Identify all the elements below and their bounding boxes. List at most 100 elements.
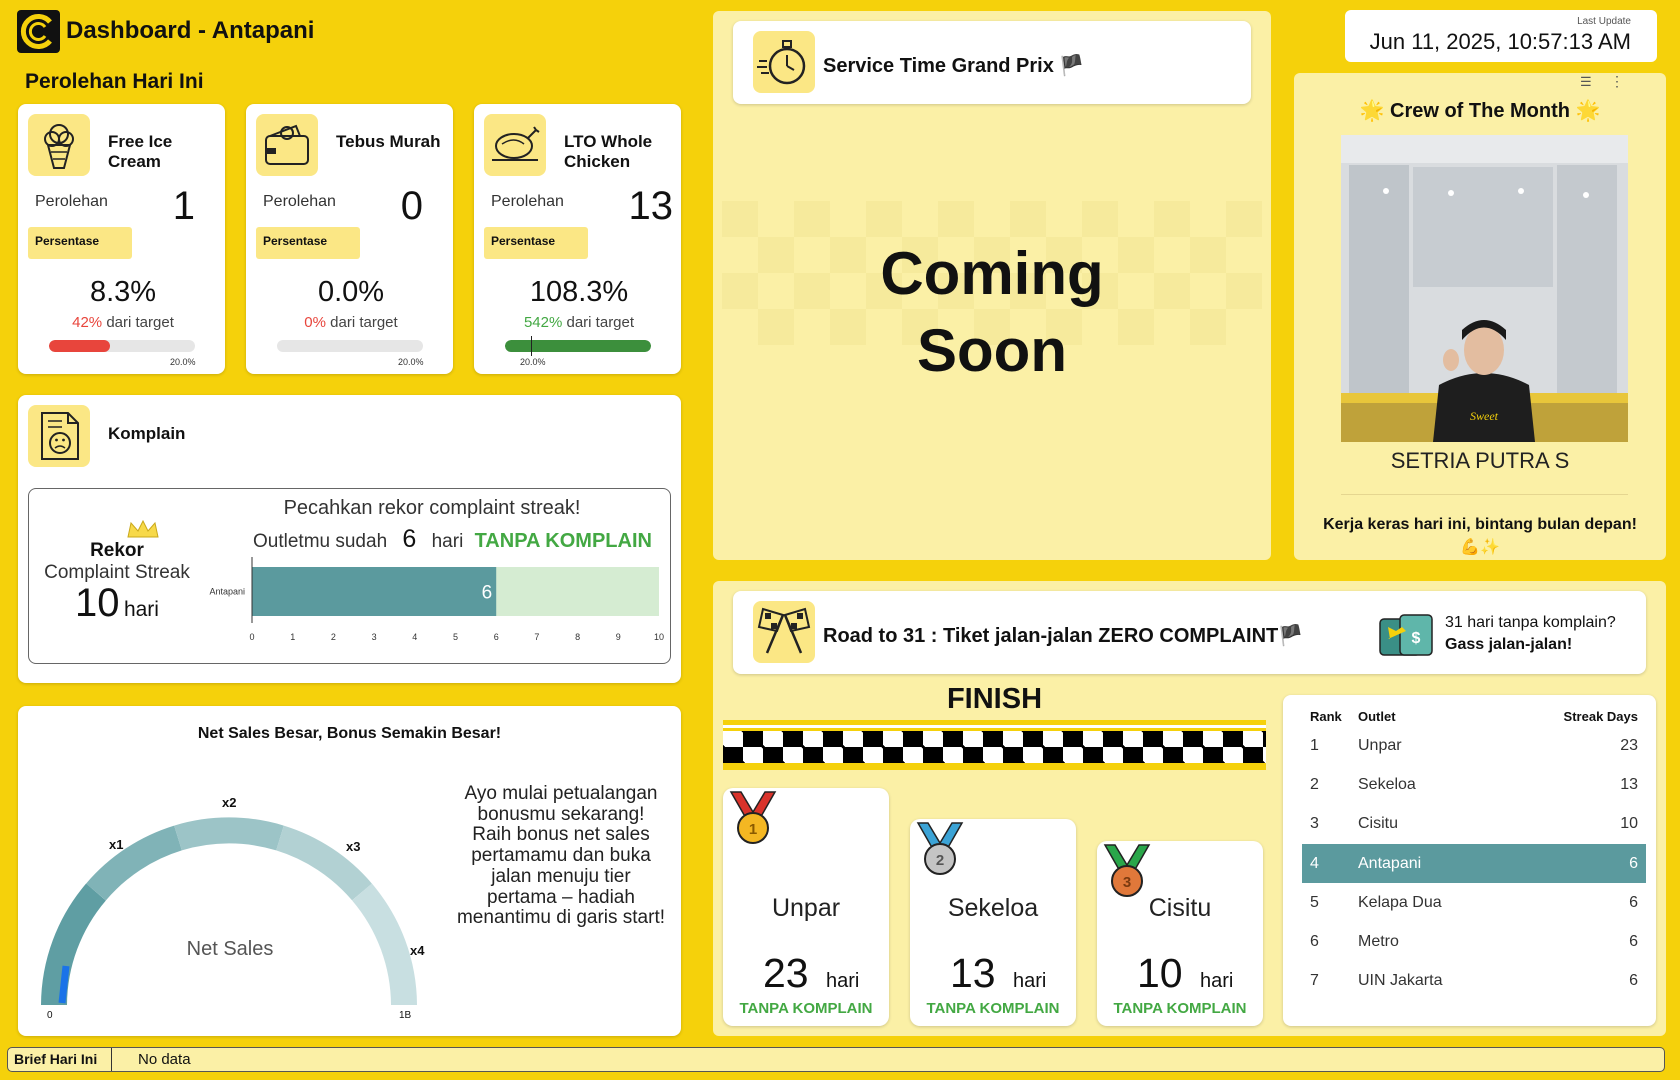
wallet-icon [256, 114, 318, 176]
chart-tick-label: 10 [654, 632, 664, 642]
chart-tick-label: 1 [290, 632, 295, 642]
crown-icon [126, 519, 160, 539]
kpi-target-pct: 42% [72, 314, 103, 331]
last-update-box: Last Update Jun 11, 2025, 10:57:13 AM [1345, 10, 1657, 62]
table-row-highlighted[interactable]: 4 Antapani 6 [1302, 843, 1646, 884]
promo-line1: 31 hari tanpa komplain? [1445, 614, 1616, 631]
table-row[interactable]: 3 Cisitu 10 [1302, 805, 1646, 844]
streak-box: Rekor Complaint Streak 10 hari Pecahkan … [28, 488, 671, 664]
komplain-card: Komplain Rekor Complaint Streak 10 hari … [18, 395, 681, 683]
podium-days: 13 [950, 950, 996, 996]
rekor-unit: hari [123, 598, 159, 621]
gold-medal-icon: 1 [725, 790, 781, 851]
road-title: Road to 31 : Tiket jalan-jalan ZERO COMP… [823, 623, 1303, 648]
more-options-icon[interactable]: ⋮ [1610, 73, 1624, 90]
crew-emoji: 💪✨ [1460, 539, 1500, 556]
last-update-value: Jun 11, 2025, 10:57:13 AM [1369, 29, 1631, 54]
kpi-marker-line [531, 336, 532, 356]
checkered-flags-icon [753, 601, 815, 663]
outlet-cell: Unpar [1358, 736, 1402, 754]
gauge-max: 1B [399, 1010, 412, 1021]
medal-number: 2 [936, 852, 944, 869]
rank-cell: 7 [1310, 972, 1319, 990]
kpi-percent: 0.0% [317, 276, 385, 308]
crew-divider [1341, 494, 1628, 495]
outlet-cell: Metro [1358, 933, 1399, 951]
ranking-header-row: Rank Outlet Streak Days [1302, 706, 1646, 726]
table-row[interactable]: 6 Metro 6 [1302, 922, 1646, 961]
kpi-target-suffix: dari target [330, 314, 398, 331]
streak-cell: 6 [1503, 843, 1646, 884]
kpi-percent: 8.3% [89, 276, 157, 308]
filter-icon[interactable]: ☰ [1580, 74, 1592, 90]
kpi-persentase-label: Persentase [28, 227, 132, 259]
kpi-progress-bar [505, 340, 651, 352]
ranking-header-streak[interactable]: Streak Days [1504, 706, 1646, 726]
gauge-tier-label: x3 [346, 839, 361, 854]
coming-soon-line1: Coming [880, 240, 1104, 307]
kpi-progress-fill [505, 340, 651, 352]
chart-tick-label: 3 [372, 632, 377, 642]
service-time-panel: Service Time Grand Prix 🏴 Coming Soon [713, 11, 1271, 560]
kpi-persentase-label: Persentase [256, 227, 360, 259]
outlet-cell: Antapani [1358, 843, 1504, 884]
podium-name: Cisitu [1148, 894, 1212, 922]
kpi-marker-label: 20.0% [520, 357, 546, 367]
rank-cell: 3 [1310, 815, 1319, 833]
outlet-cell: Kelapa Dua [1358, 893, 1442, 911]
podium-days: 23 [763, 950, 809, 996]
streak-headline: Pecahkan rekor complaint streak! [283, 497, 581, 519]
podium-unit: hari [1200, 970, 1234, 992]
streak-bar-chart: 6 Antapani 0 1 2 3 4 5 6 7 8 9 10 [209, 557, 664, 642]
podium-days: 10 [1137, 950, 1183, 996]
streak-cell: 23 [1620, 736, 1638, 754]
brief-value: No data [138, 1051, 191, 1068]
streak-sub-highlight: TANPA KOMPLAIN [474, 530, 652, 552]
crew-name: SETRIA PUTRA S [1390, 448, 1570, 473]
stopwatch-icon [753, 31, 815, 93]
silver-medal-icon: 2 [912, 821, 968, 882]
kpi-perolehan-label: Perolehan [35, 193, 108, 210]
streak-sub-hari: hari [431, 531, 464, 552]
podium-label: TANPA KOMPLAIN [1113, 1000, 1247, 1017]
road-title-bold: Road to 31 [823, 625, 926, 647]
kpi-target-suffix: dari target [106, 314, 174, 331]
podium-card-1: 1 Unpar 23 hari TANPA KOMPLAIN [723, 788, 889, 1026]
promo-line2: Gass jalan-jalan! [1445, 636, 1573, 653]
kpi-target-text: 42% dari target [18, 314, 228, 331]
podium-unit: hari [1013, 970, 1047, 992]
kpi-perolehan-label: Perolehan [263, 193, 336, 210]
rank-cell: 6 [1310, 933, 1319, 951]
komplain-title: Komplain [108, 424, 186, 443]
table-row[interactable]: 7 UIN Jakarta 6 [1302, 962, 1646, 1001]
streak-cell: 6 [1629, 972, 1638, 990]
netsales-card: Net Sales Besar, Bonus Semakin Besar! x1… [18, 706, 681, 1036]
outlet-cell: Sekeloa [1358, 775, 1416, 793]
ranking-header-outlet[interactable]: Outlet [1358, 706, 1504, 726]
chart-tick-label: 2 [331, 632, 336, 642]
podium-label: TANPA KOMPLAIN [926, 1000, 1060, 1017]
gauge-needle-fill [58, 965, 70, 1004]
ranking-header-rank[interactable]: Rank [1302, 706, 1358, 726]
podium-name: Sekeloa [947, 894, 1039, 922]
logo [17, 10, 60, 53]
brief-divider [111, 1048, 112, 1071]
kpi-title: Tebus Murah [336, 132, 441, 151]
crew-panel: ☰ ⋮ 🌟 Crew of The Month 🌟 Sweet SETRIA P… [1294, 73, 1666, 560]
outlet-cell: Cisitu [1358, 815, 1399, 833]
road-header: Road to 31 : Tiket jalan-jalan ZERO COMP… [733, 591, 1646, 674]
table-row[interactable]: 2 Sekeloa 13 [1302, 765, 1646, 804]
chart-tick-label: 4 [412, 632, 417, 642]
brief-bar: Brief Hari Ini No data [7, 1047, 1665, 1072]
rekor-value: 10 [75, 581, 120, 625]
rank-cell: 1 [1310, 736, 1319, 754]
outlet-cell: UIN Jakarta [1358, 972, 1443, 990]
streak-cell: 6 [1629, 933, 1638, 951]
kpi-title: LTO Whole Chicken [564, 132, 653, 171]
gauge-label: Net Sales [186, 938, 274, 960]
rank-cell: 5 [1310, 893, 1319, 911]
kpi-target-text: 542% dari target [474, 314, 684, 331]
table-row[interactable]: 5 Kelapa Dua 6 [1302, 883, 1646, 922]
kpi-perolehan-label: Perolehan [491, 193, 564, 210]
table-row[interactable]: 1 Unpar 23 [1302, 726, 1646, 765]
